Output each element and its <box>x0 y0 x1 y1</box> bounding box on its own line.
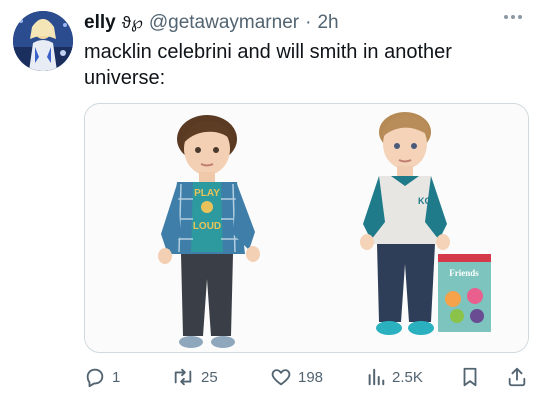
author-handle[interactable]: @getawaymarner <box>149 10 299 36</box>
share-icon <box>508 367 526 387</box>
views-button[interactable]: 2.5K <box>366 362 423 392</box>
retweet-icon <box>174 368 192 386</box>
doll-left-shirt-text: PLAY <box>194 188 220 199</box>
book: Friends <box>438 254 491 332</box>
separator-dot: · <box>305 12 312 33</box>
like-button[interactable]: 198 <box>270 362 323 392</box>
like-count: 198 <box>298 368 324 386</box>
svg-text:KG: KG <box>418 196 432 206</box>
views-icon <box>368 368 385 386</box>
tweet[interactable]: elly ϑ℘ @getawaymarner · 2h macklin cele… <box>0 0 540 400</box>
reply-icon <box>86 368 104 388</box>
tweet-header: elly ϑ℘ @getawaymarner · 2h <box>84 10 520 36</box>
avatar[interactable] <box>13 11 73 71</box>
reply-button[interactable]: 1 <box>84 362 120 392</box>
media-image: PLAY LOUD KG Friends <box>85 104 528 352</box>
reply-count: 1 <box>112 368 121 386</box>
views-count: 2.5K <box>392 368 423 386</box>
doll-left-shirt-text-2: LOUD <box>193 221 221 232</box>
author-glyphs: ϑ℘ <box>121 13 143 32</box>
more-dots-icon[interactable] <box>500 10 526 24</box>
retweet-button[interactable]: 25 <box>171 362 218 392</box>
tweet-text: macklin celebrini and will smith in anot… <box>84 41 452 89</box>
retweet-count: 25 <box>201 368 218 386</box>
share-button[interactable] <box>506 362 528 392</box>
heart-icon <box>271 369 291 386</box>
bookmark-icon <box>463 367 477 387</box>
book-title: Friends <box>449 268 479 278</box>
tweet-media[interactable]: PLAY LOUD KG Friends <box>84 103 529 353</box>
author-name[interactable]: elly <box>84 10 116 36</box>
bookmark-button[interactable] <box>460 362 480 392</box>
timestamp[interactable]: 2h <box>317 10 338 36</box>
tweet-actions: 1 25 198 2.5K <box>84 362 529 392</box>
avatar-image <box>13 11 73 71</box>
